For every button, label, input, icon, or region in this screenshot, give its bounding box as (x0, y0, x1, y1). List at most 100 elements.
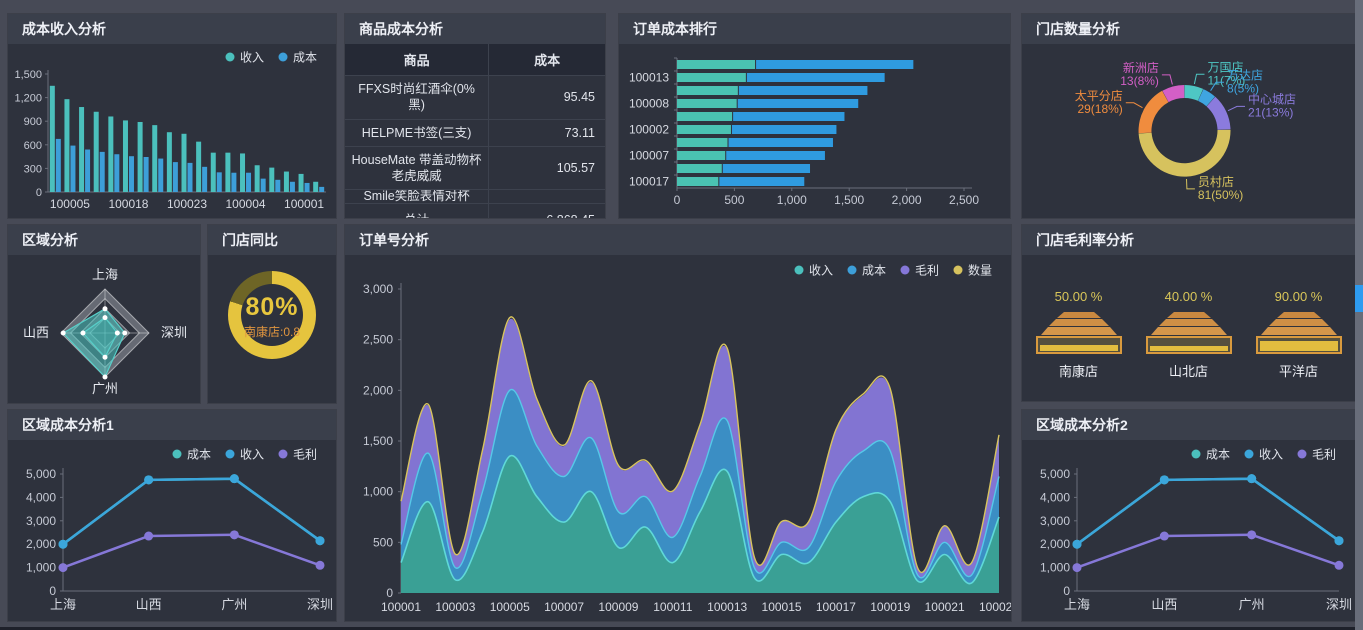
svg-text:2,000: 2,000 (892, 193, 922, 207)
panel-title-order-cost-rank: 订单成本排行 (619, 14, 1010, 44)
panel-store-count: 门店数量分析 万国店11(7%)万达店8(5%)中心城店21(13%)员村店81… (1022, 14, 1355, 218)
svg-text:100007: 100007 (629, 149, 669, 163)
store-stack-icon (1251, 312, 1347, 354)
store-count-donut-chart[interactable]: 万国店11(7%)万达店8(5%)中心城店21(13%)员村店81(50%)太平… (1022, 44, 1355, 218)
svg-text:收入: 收入 (240, 51, 264, 65)
svg-text:0: 0 (49, 584, 56, 598)
svg-text:山西: 山西 (23, 325, 49, 340)
bi-dashboard: 成本收入分析 收入成本03006009001,2001,500100005100… (0, 0, 1363, 630)
svg-text:100019: 100019 (870, 600, 910, 614)
vertical-scrollbar-track[interactable] (1355, 0, 1363, 630)
svg-text:1,000: 1,000 (363, 485, 393, 499)
region-radar-chart[interactable]: 上海深圳广州山西 (8, 255, 200, 403)
panel-title-region-cost-2: 区域成本分析2 (1022, 410, 1355, 440)
svg-text:5,000: 5,000 (26, 467, 56, 481)
svg-text:2,000: 2,000 (363, 383, 393, 397)
svg-text:2,000: 2,000 (26, 537, 56, 551)
store-name-label: 平洋店 (1251, 361, 1347, 380)
svg-text:上海: 上海 (1064, 597, 1090, 612)
svg-text:毛利: 毛利 (1312, 448, 1336, 462)
svg-text:4,000: 4,000 (1040, 490, 1070, 504)
order-cost-rank-hbar-chart[interactable]: 05001,0001,5002,0002,5001000131000081000… (619, 44, 1010, 218)
svg-text:成本: 成本 (187, 448, 211, 462)
svg-text:1,000: 1,000 (777, 193, 807, 207)
table-row[interactable]: HouseMate 带盖动物杯 老虎威威105.57 (345, 146, 605, 190)
panel-cost-income: 成本收入分析 收入成本03006009001,2001,500100005100… (8, 14, 336, 218)
store-margin-item[interactable]: 50.00 %南康店 (1031, 289, 1127, 380)
svg-text:100009: 100009 (598, 600, 638, 614)
panel-title-store-count: 门店数量分析 (1022, 14, 1355, 44)
svg-text:100001: 100001 (284, 197, 324, 211)
region-cost-1-line-chart[interactable]: 成本收入毛利01,0002,0003,0004,0005,000上海山西广州深圳 (8, 440, 336, 621)
svg-text:1,500: 1,500 (834, 193, 864, 207)
svg-text:100023: 100023 (167, 197, 207, 211)
svg-text:3,000: 3,000 (363, 282, 393, 296)
panel-store-margin: 门店毛利率分析 50.00 %南康店40.00 %山北店90.00 %平洋店 (1022, 225, 1355, 401)
cost-value-cell: 73.11 (489, 119, 605, 146)
svg-text:新洲店: 新洲店 (1123, 60, 1159, 75)
svg-text:100013: 100013 (629, 71, 669, 85)
cost-income-bar-chart[interactable]: 收入成本03006009001,2001,5001000051000181000… (8, 44, 336, 218)
svg-text:100007: 100007 (544, 600, 584, 614)
svg-text:毛利: 毛利 (293, 448, 317, 462)
yoy-gauge-ring[interactable] (228, 271, 316, 359)
panel-order-cost-rank: 订单成本排行 05001,0001,5002,0002,500100013100… (619, 14, 1010, 218)
svg-text:300: 300 (24, 163, 42, 175)
svg-text:0: 0 (1063, 584, 1070, 598)
product-name-cell: HouseMate 带盖动物杯 老虎威威 (345, 146, 489, 190)
svg-text:29(18%): 29(18%) (1077, 102, 1122, 116)
svg-text:100021: 100021 (925, 600, 965, 614)
table-row[interactable]: HELPME书签(三支)73.11 (345, 119, 605, 146)
svg-text:成本: 成本 (862, 264, 886, 278)
vertical-scrollbar-thumb[interactable] (1355, 285, 1363, 312)
svg-text:广州: 广州 (92, 381, 118, 396)
order-analysis-area-chart[interactable]: 收入成本毛利数量05001,0001,5002,0002,5003,000100… (345, 255, 1011, 621)
svg-text:深圳: 深圳 (161, 325, 187, 340)
svg-text:100004: 100004 (226, 197, 266, 211)
panel-product-cost: 商品成本分析 商品成本FFXS时尚红酒伞(0%黑)95.45HELPME书签(三… (345, 14, 605, 218)
svg-text:100013: 100013 (707, 600, 747, 614)
svg-text:成本: 成本 (293, 51, 317, 65)
svg-text:中心城店: 中心城店 (1248, 91, 1296, 106)
svg-text:广州: 广州 (221, 597, 247, 612)
product-cost-table[interactable]: 商品成本FFXS时尚红酒伞(0%黑)95.45HELPME书签(三支)73.11… (345, 44, 605, 218)
table-row[interactable]: Smile笑脸表情对杯 (345, 190, 605, 204)
panel-order-analysis: 订单号分析 收入成本毛利数量05001,0001,5002,0002,5003,… (345, 225, 1011, 621)
svg-text:0: 0 (674, 193, 681, 207)
store-stack-icon (1141, 312, 1237, 354)
store-name-label: 山北店 (1141, 361, 1237, 380)
svg-text:600: 600 (24, 140, 42, 152)
store-margin-gauges[interactable]: 50.00 %南康店40.00 %山北店90.00 %平洋店 (1022, 255, 1355, 380)
svg-text:100001: 100001 (381, 600, 421, 614)
table-row[interactable]: FFXS时尚红酒伞(0%黑)95.45 (345, 76, 605, 120)
svg-text:山西: 山西 (136, 597, 162, 612)
margin-fill-level (1040, 345, 1118, 351)
product-name-cell: Smile笑脸表情对杯 (345, 190, 489, 204)
total-value-cell: 6,868.45 (489, 204, 605, 218)
svg-text:1,500: 1,500 (363, 434, 393, 448)
region-cost-2-line-chart[interactable]: 成本收入毛利01,0002,0003,0004,0005,000上海山西广州深圳 (1022, 440, 1355, 621)
svg-text:深圳: 深圳 (307, 597, 333, 612)
svg-text:收入: 收入 (240, 448, 264, 462)
svg-text:数量: 数量 (968, 263, 992, 278)
svg-text:100018: 100018 (108, 197, 148, 211)
svg-text:成本: 成本 (1206, 448, 1230, 462)
svg-text:100005: 100005 (490, 600, 530, 614)
svg-text:1,000: 1,000 (1040, 561, 1070, 575)
cost-value-cell (489, 190, 605, 204)
svg-text:21(13%): 21(13%) (1248, 105, 1293, 119)
margin-fill-level (1260, 341, 1338, 351)
svg-text:100023: 100023 (979, 600, 1011, 614)
cost-value-cell: 105.57 (489, 146, 605, 190)
svg-text:深圳: 深圳 (1326, 597, 1352, 612)
store-stack-icon (1031, 312, 1127, 354)
svg-text:0: 0 (36, 187, 42, 199)
store-margin-item[interactable]: 40.00 %山北店 (1141, 289, 1237, 380)
table-total-row: 总计6,868.45 (345, 204, 605, 218)
svg-text:100005: 100005 (50, 197, 90, 211)
store-margin-item[interactable]: 90.00 %平洋店 (1251, 289, 1347, 380)
panel-title-cost-income: 成本收入分析 (8, 14, 336, 44)
panel-title-product-cost: 商品成本分析 (345, 14, 605, 44)
svg-text:3,000: 3,000 (1040, 514, 1070, 528)
margin-percent-value: 50.00 % (1031, 289, 1127, 304)
